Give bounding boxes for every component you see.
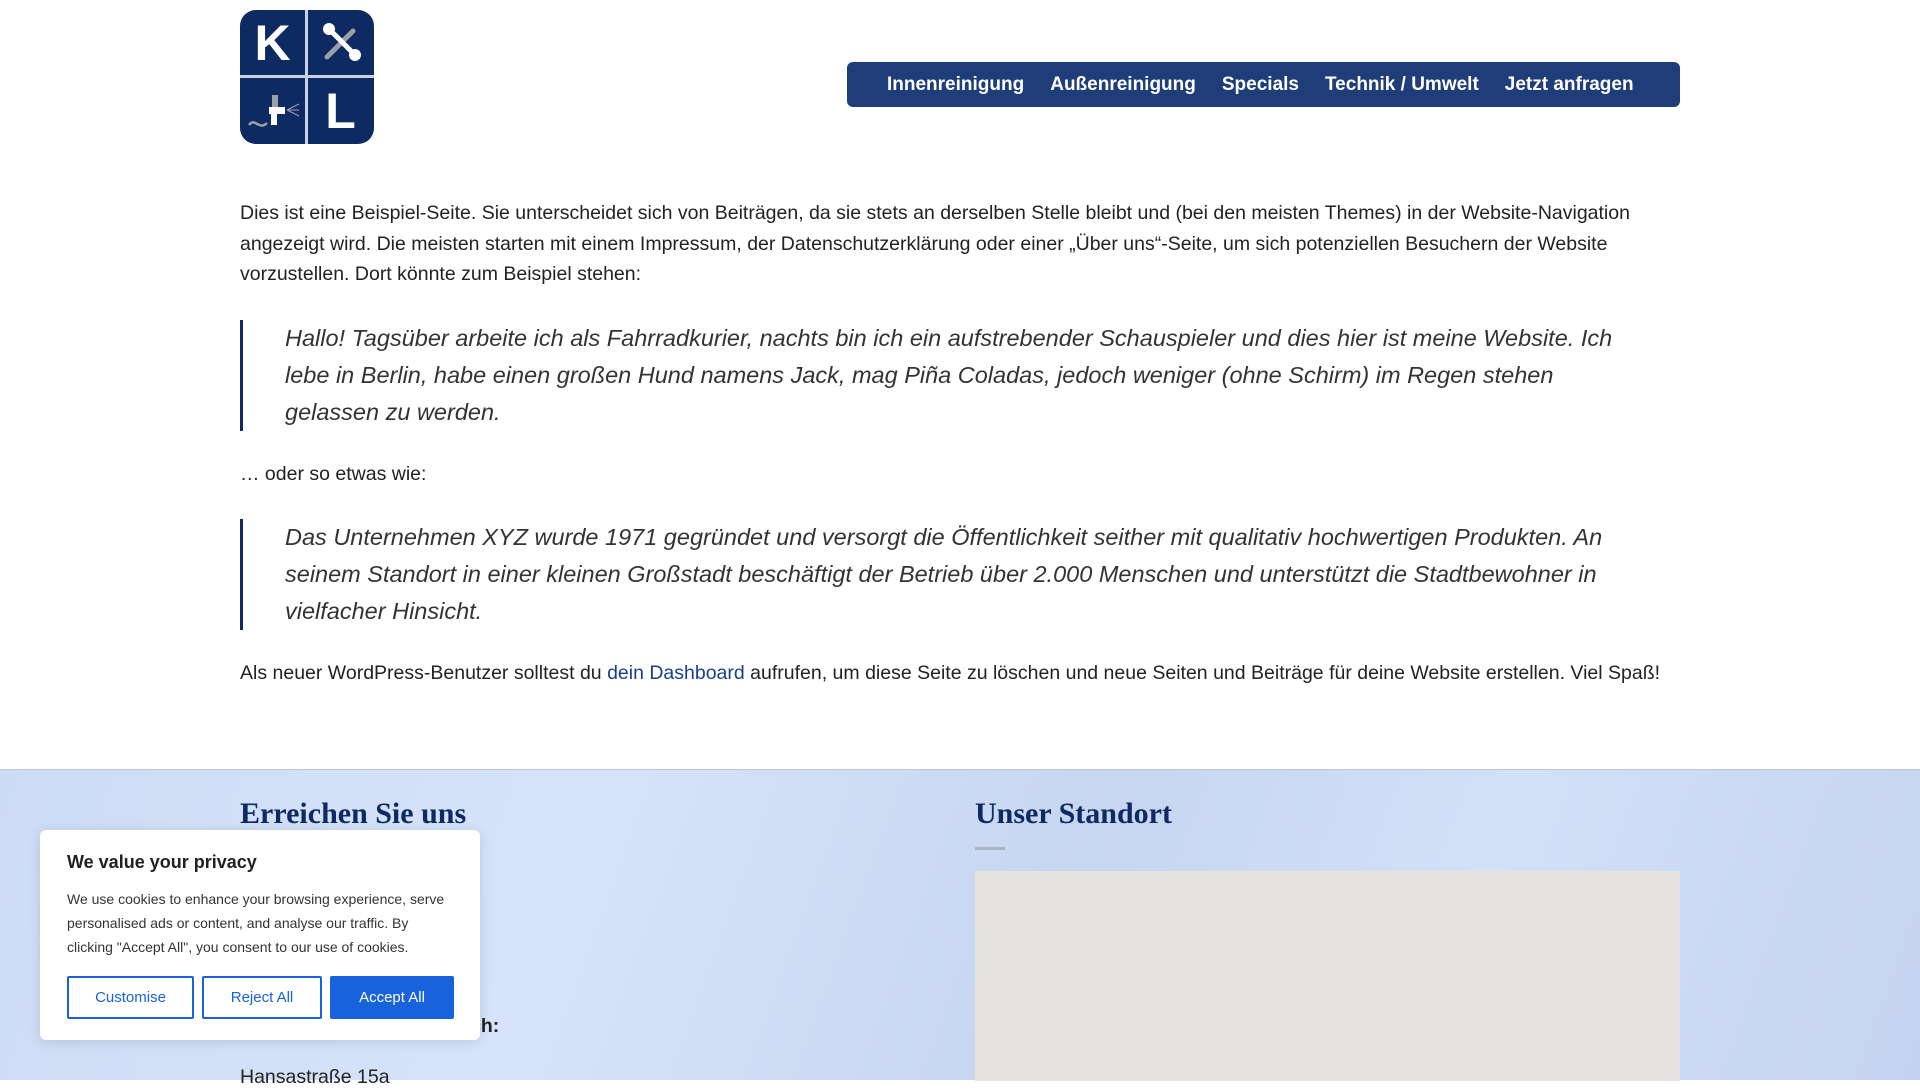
map-embed[interactable]: [975, 871, 1680, 1081]
nav-specials[interactable]: Specials: [1222, 74, 1299, 96]
outro-text: Als neuer WordPress-Benutzer solltest du: [240, 662, 608, 684]
quote-2: Das Unternehmen XYZ wurde 1971 gegründet…: [240, 519, 1680, 630]
site-logo[interactable]: K L: [240, 10, 374, 144]
customise-button[interactable]: Customise: [67, 976, 194, 1019]
contact-heading: Erreichen Sie uns: [240, 797, 467, 830]
heading-underline: [975, 847, 1005, 850]
tools-icon: [308, 10, 373, 75]
logo-divider: [240, 75, 374, 78]
nav-aussenreinigung[interactable]: Außenreinigung: [1050, 74, 1196, 96]
nav-jetzt-anfragen[interactable]: Jetzt anfragen: [1505, 74, 1634, 96]
outro-paragraph: Als neuer WordPress-Benutzer solltest du…: [240, 658, 1680, 689]
dashboard-link[interactable]: dein Dashboard: [607, 662, 745, 684]
cookie-consent-banner: We value your privacy We use cookies to …: [40, 830, 480, 1040]
reject-all-button[interactable]: Reject All: [202, 976, 322, 1019]
cookie-title: We value your privacy: [67, 852, 257, 872]
page-content: Dies ist eine Beispiel-Seite. Sie unters…: [240, 198, 1680, 719]
spray-gun-icon: [240, 78, 305, 143]
accept-all-button[interactable]: Accept All: [330, 976, 454, 1019]
intro-paragraph: Dies ist eine Beispiel-Seite. Sie unters…: [240, 202, 1630, 285]
location-heading: Unser Standort: [975, 797, 1172, 830]
nav-innenreinigung[interactable]: Innenreinigung: [887, 74, 1024, 96]
main-nav: Innenreinigung Außenreinigung Specials T…: [847, 62, 1680, 107]
nav-technik-umwelt[interactable]: Technik / Umwelt: [1325, 74, 1479, 96]
outro-text: aufrufen, um diese Seite zu löschen und …: [744, 662, 1661, 684]
quote-1: Hallo! Tagsüber arbeite ich als Fahrradk…: [240, 319, 1680, 431]
cookie-text: We use cookies to enhance your browsing …: [67, 891, 445, 955]
logo-letter-k: K: [254, 14, 291, 71]
middle-paragraph: … oder so etwas wie:: [240, 462, 427, 485]
street-address: Hansastraße 15a: [240, 1066, 390, 1088]
logo-letter-l: L: [325, 82, 356, 139]
